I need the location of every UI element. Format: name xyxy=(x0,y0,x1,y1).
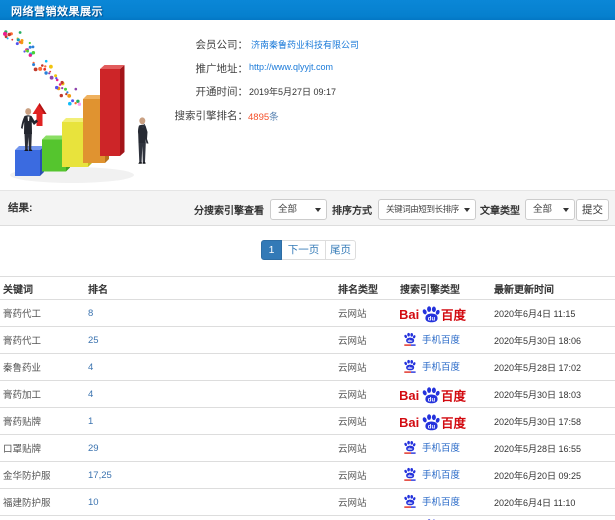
svg-text:Bai: Bai xyxy=(400,388,419,403)
svg-text:du: du xyxy=(408,500,413,505)
svg-text:du: du xyxy=(408,365,413,370)
svg-text:du: du xyxy=(428,397,436,403)
svg-text:百度: 百度 xyxy=(441,415,466,430)
svg-text:Bai: Bai xyxy=(400,307,419,322)
svg-text:百度: 百度 xyxy=(441,307,466,322)
svg-text:du: du xyxy=(408,473,413,478)
svg-text:du: du xyxy=(408,338,413,343)
svg-text:du: du xyxy=(428,316,436,322)
svg-text:du: du xyxy=(408,446,413,451)
svg-text:百度: 百度 xyxy=(441,388,466,403)
svg-text:du: du xyxy=(428,424,436,430)
svg-text:Bai: Bai xyxy=(400,415,419,430)
